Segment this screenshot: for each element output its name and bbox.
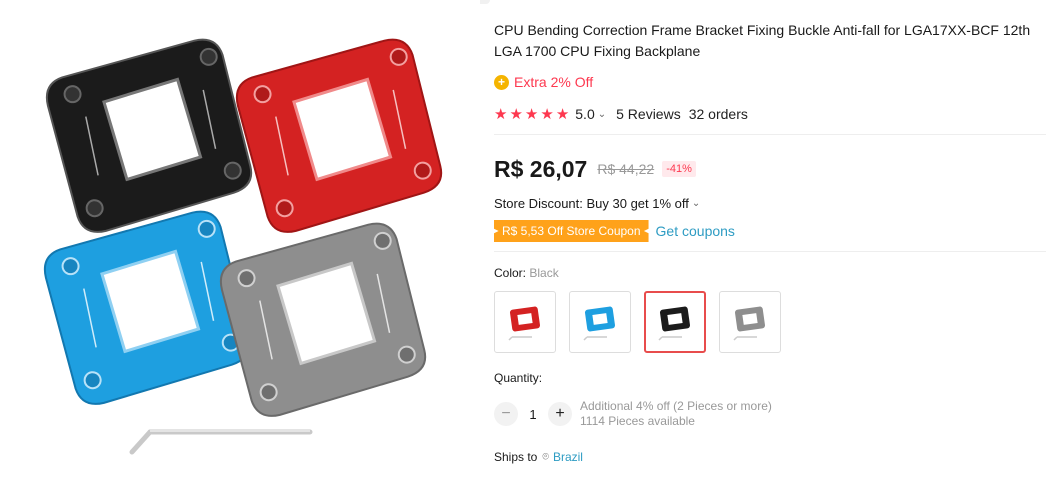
blue-frame-thumb	[583, 306, 616, 341]
quantity-available: 1114 Pieces available	[580, 414, 695, 428]
store-discount-label: Store Discount: Buy 30 get 1% off	[494, 195, 689, 211]
red-frame-thumb	[508, 306, 541, 341]
quantity-additional-discount: Additional 4% off (2 Pieces or more)	[580, 399, 772, 413]
quantity-info: Additional 4% off (2 Pieces or more) 111…	[580, 399, 772, 429]
product-photo-svg	[43, 38, 443, 455]
reviews-link[interactable]: 5 Reviews	[616, 106, 681, 122]
current-price: R$ 26,07	[494, 155, 588, 182]
star-icon: ★	[524, 105, 539, 123]
quantity-stepper: − 1 + Additional 4% off (2 Pieces or mor…	[494, 399, 1054, 429]
color-label-text: Color:	[494, 266, 530, 280]
product-title: CPU Bending Correction Frame Bracket Fix…	[494, 22, 1031, 59]
gray-frame	[219, 222, 427, 417]
star-icon: ★	[555, 105, 570, 123]
price-row: R$ 26,07 R$ 44,22 -41%	[494, 152, 1054, 186]
quantity-input[interactable]: 1	[518, 407, 548, 422]
color-swatch-black[interactable]	[644, 291, 706, 353]
quantity-increase-button[interactable]: +	[548, 402, 572, 426]
store-coupon[interactable]: R$ 5,53 Off Store Coupon	[494, 220, 649, 242]
coupon-row: R$ 5,53 Off Store Coupon Get coupons	[494, 219, 1054, 243]
chevron-down-icon[interactable]: ⌄	[598, 109, 606, 120]
store-discount[interactable]: Store Discount: Buy 30 get 1% off ⌄	[494, 194, 1054, 212]
color-swatch-gray[interactable]	[719, 291, 781, 353]
star-icon: ★	[494, 105, 508, 123]
color-swatches	[494, 291, 1054, 353]
hex-key	[129, 429, 313, 455]
color-swatch-red[interactable]	[494, 291, 556, 353]
orders-count: 32 orders	[688, 106, 748, 122]
original-price: R$ 44,22	[597, 161, 655, 177]
divider	[494, 251, 1046, 252]
product-image[interactable]	[0, 0, 480, 478]
star-icon: ★	[540, 105, 554, 123]
black-frame	[45, 38, 253, 233]
discount-badge: -41%	[662, 161, 696, 177]
chevron-down-icon: ⌄	[691, 197, 701, 209]
color-selected: Black	[529, 266, 559, 280]
rating-stars: ★ ★ ★ ★ ★	[494, 107, 569, 122]
get-coupons-link[interactable]: Get coupons	[656, 223, 735, 239]
ships-to-row: Ships to ⌾ Brazil	[494, 450, 1054, 464]
red-frame	[235, 38, 443, 233]
product-page: CPU Bending Correction Frame Bracket Fix…	[0, 0, 1063, 478]
color-swatch-blue[interactable]	[569, 291, 631, 353]
quantity-decrease-button[interactable]: −	[494, 402, 518, 426]
blue-frame	[43, 210, 251, 405]
product-info: CPU Bending Correction Frame Bracket Fix…	[494, 20, 1054, 464]
quantity-label: Quantity:	[494, 371, 543, 385]
color-label: Color: Black	[494, 266, 1054, 282]
star-icon: ★	[509, 105, 523, 123]
ships-to-label: Ships to	[494, 450, 538, 464]
divider	[494, 134, 1046, 135]
location-pin-icon: ⌾	[542, 450, 549, 463]
gray-frame-thumb	[733, 306, 766, 341]
black-frame-thumb	[658, 306, 691, 341]
ships-to-country[interactable]: Brazil	[553, 450, 583, 464]
extra-off-promo[interactable]: + Extra 2% Off	[494, 72, 1054, 92]
rating-score[interactable]: 5.0	[575, 106, 594, 122]
extra-off-label: Extra 2% Off	[514, 74, 594, 90]
rating-row: ★ ★ ★ ★ ★ 5.0 ⌄ 5 Reviews 32 orders	[494, 104, 1054, 124]
coin-icon: +	[494, 74, 509, 90]
